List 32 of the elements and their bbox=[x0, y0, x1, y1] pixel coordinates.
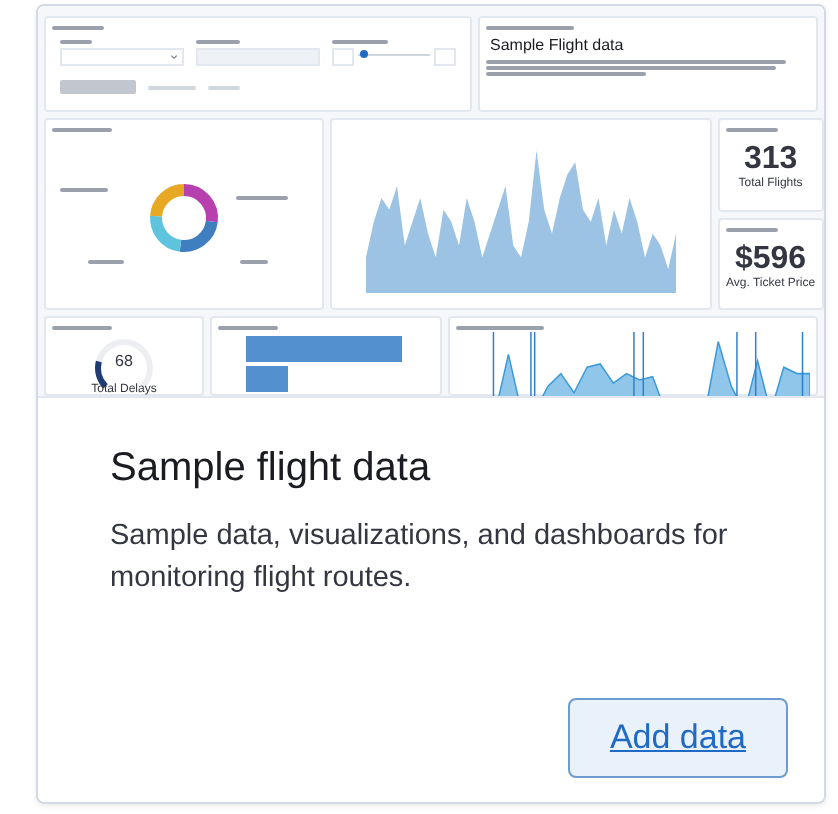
donut-chart-drawing bbox=[144, 178, 224, 258]
text-line bbox=[456, 326, 544, 330]
text-line bbox=[240, 260, 268, 264]
text-line bbox=[60, 188, 108, 192]
text-line bbox=[332, 40, 388, 44]
gauge-value: 68 bbox=[115, 352, 133, 370]
text-line bbox=[486, 26, 574, 30]
form-button[interactable] bbox=[60, 80, 136, 94]
markdown-heading: Sample Flight data bbox=[490, 36, 626, 54]
card-title: Sample flight data bbox=[110, 446, 433, 492]
slider-thumb[interactable] bbox=[359, 50, 368, 58]
min-input[interactable] bbox=[332, 48, 354, 66]
text-line bbox=[52, 326, 112, 330]
select-field[interactable] bbox=[196, 48, 320, 66]
text-line bbox=[218, 326, 278, 330]
text-line bbox=[52, 128, 112, 132]
add-data-button[interactable]: Add data bbox=[567, 698, 788, 778]
select-field[interactable] bbox=[60, 48, 184, 66]
card-description: Sample data, visualizations, and dashboards for monitoring flight routes. bbox=[110, 518, 730, 598]
text-line bbox=[60, 40, 92, 44]
text-line bbox=[208, 85, 240, 89]
metric-value: 313 bbox=[743, 142, 798, 177]
text-line bbox=[148, 85, 196, 89]
text-line bbox=[196, 40, 240, 44]
text-line bbox=[236, 196, 288, 200]
text-line bbox=[52, 26, 104, 30]
chevron-down-icon bbox=[170, 54, 178, 60]
metric-value: $596 bbox=[734, 241, 807, 277]
text-line bbox=[726, 128, 778, 132]
text-line bbox=[88, 260, 124, 264]
max-input[interactable] bbox=[434, 48, 456, 66]
text-line bbox=[726, 227, 778, 231]
